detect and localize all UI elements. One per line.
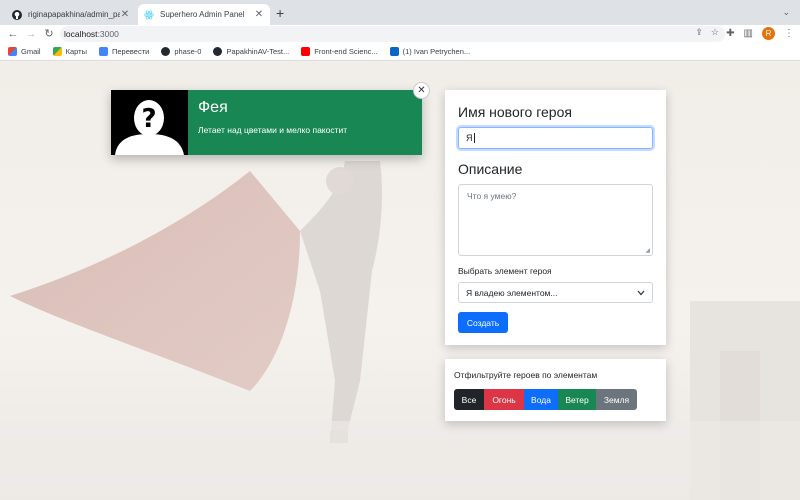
new-tab-icon[interactable]: + [276, 5, 284, 21]
bookmark-papakhin-test[interactable]: PapakhinAV-Test... [213, 47, 289, 56]
bookmarks-bar: Gmail Карты Перевести phase-0 PapakhinAV… [0, 43, 800, 61]
side-panel-icon[interactable]: ▥ [744, 28, 753, 39]
tab-strip: riginapapakhina/admin_panel ✕ Superhero … [0, 0, 800, 25]
tab-admin-panel-repo[interactable]: riginapapakhina/admin_panel ✕ [6, 4, 136, 25]
filter-button-group: Все Огонь Вода Ветер Земля [454, 389, 657, 410]
hero-description-textarea[interactable]: Что я умею? ◢ [458, 184, 653, 256]
filter-fire-button[interactable]: Огонь [484, 389, 524, 410]
bookmark-label: phase-0 [174, 47, 202, 56]
bookmark-linkedin[interactable]: (1) Ivan Petrychen... [389, 47, 471, 56]
description-placeholder: Что я умею? [467, 191, 517, 201]
tab-title: Superhero Admin Panel [160, 10, 245, 19]
bookmark-label: Gmail [21, 47, 41, 56]
back-icon[interactable]: ← [4, 25, 22, 43]
bookmark-phase-0[interactable]: phase-0 [161, 47, 201, 56]
close-icon: ✕ [417, 85, 426, 96]
bookmark-gmail[interactable]: Gmail [8, 47, 41, 56]
maps-icon [52, 47, 62, 56]
gmail-icon [8, 47, 17, 56]
close-tab-icon[interactable]: ✕ [120, 9, 130, 20]
bookmark-label: Карты [65, 47, 87, 56]
extensions-icon[interactable]: ✚ [726, 28, 734, 39]
create-hero-button[interactable]: Создать [458, 312, 508, 333]
element-select[interactable]: Я владею элементом... [458, 282, 653, 303]
name-label: Имя нового героя [458, 104, 572, 120]
element-select-value: Я владею элементом... [466, 287, 558, 298]
svg-text:?: ? [141, 104, 156, 134]
filter-title: Отфильтруйте героев по элементам [454, 370, 598, 380]
linkedin-icon [389, 47, 399, 56]
hero-avatar: ? [111, 90, 188, 155]
unknown-person-icon: ? [111, 90, 188, 155]
resize-grip-icon[interactable]: ◢ [645, 247, 650, 254]
delete-hero-button[interactable]: ✕ [413, 82, 430, 99]
tab-superhero-admin[interactable]: Superhero Admin Panel ✕ [138, 4, 270, 25]
hero-name-input[interactable]: Я [458, 127, 653, 149]
bookmark-translate[interactable]: Перевести [98, 47, 150, 56]
bookmark-label: (1) Ivan Petrychen... [402, 47, 471, 56]
bookmark-label: Перевести [111, 47, 150, 56]
element-label: Выбрать элемент героя [458, 266, 552, 276]
hero-name: Фея [198, 99, 228, 116]
tab-title: riginapapakhina/admin_panel [28, 10, 120, 19]
description-label: Описание [458, 161, 523, 177]
bookmark-label: Front-end Scienc... [314, 47, 378, 56]
filter-earth-button[interactable]: Земля [596, 389, 637, 410]
menu-icon[interactable]: ⋮ [784, 28, 794, 39]
add-hero-form: Имя нового героя Я Описание Что я умею? … [445, 90, 666, 345]
page-viewport: ? Фея Летает над цветами и мелко пакости… [0, 61, 800, 500]
reload-icon[interactable]: ↻ [40, 25, 58, 43]
filter-all-button[interactable]: Все [454, 389, 484, 410]
translate-icon [98, 47, 108, 56]
github-icon [161, 47, 171, 56]
close-tab-icon[interactable]: ✕ [254, 9, 264, 20]
forward-icon[interactable]: → [22, 25, 40, 43]
github-icon [213, 47, 223, 56]
bookmark-maps[interactable]: Карты [52, 47, 87, 56]
tab-search-icon[interactable]: ⌄ [782, 7, 790, 18]
filter-wind-button[interactable]: Ветер [558, 389, 596, 410]
profile-avatar[interactable]: R [762, 27, 775, 40]
github-icon [12, 9, 22, 20]
hero-name-value: Я [466, 133, 473, 143]
bookmark-frontend-science[interactable]: Front-end Scienc... [301, 47, 378, 56]
address-host: localhost [64, 29, 98, 39]
address-port: :3000 [97, 29, 119, 39]
youtube-icon [301, 47, 311, 56]
browser-toolbar: ← → ↻ localhost:3000 ⇪ ☆ ✚ ▥ R ⋮ [0, 25, 800, 43]
hero-card-body: Фея Летает над цветами и мелко пакостит [188, 90, 422, 155]
filter-water-button[interactable]: Вода [524, 389, 558, 410]
hero-card: ? Фея Летает над цветами и мелко пакости… [111, 90, 422, 155]
bookmark-label: PapakhinAV-Test... [226, 47, 290, 56]
hero-description: Летает над цветами и мелко пакостит [198, 125, 348, 135]
address-bar[interactable]: localhost:3000 ⇪ ☆ [60, 26, 725, 42]
share-icon[interactable]: ⇪ [695, 27, 703, 38]
bookmark-star-icon[interactable]: ☆ [711, 27, 719, 38]
react-icon [144, 10, 154, 19]
element-filter-panel: Отфильтруйте героев по элементам Все Ого… [445, 359, 666, 421]
chevron-down-icon [637, 290, 645, 295]
